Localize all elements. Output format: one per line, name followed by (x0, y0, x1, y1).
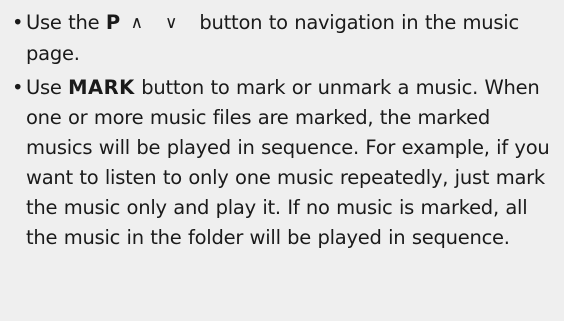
instruction-text-prefix: Use (26, 76, 69, 99)
instruction-text-suffix: button to mark or unmark a music. When o… (26, 76, 550, 249)
p-key-label: P (105, 11, 121, 34)
up-down-arrow-icon: ∧ ∨ (130, 13, 186, 33)
instruction-list: • Use the P ∧ ∨ button to navigation in th… (12, 8, 554, 253)
manual-page: • Use the P ∧ ∨ button to navigation in th… (0, 0, 564, 321)
bullet-icon: • (12, 11, 24, 34)
bullet-icon: • (12, 76, 24, 99)
instruction-navigation: • Use the P ∧ ∨ button to navigation in th… (12, 8, 554, 69)
instruction-mark: • Use MARK button to mark or unmark a mu… (12, 73, 554, 253)
mark-key-label: MARK (68, 76, 135, 99)
instruction-text-prefix: Use the (26, 11, 106, 34)
